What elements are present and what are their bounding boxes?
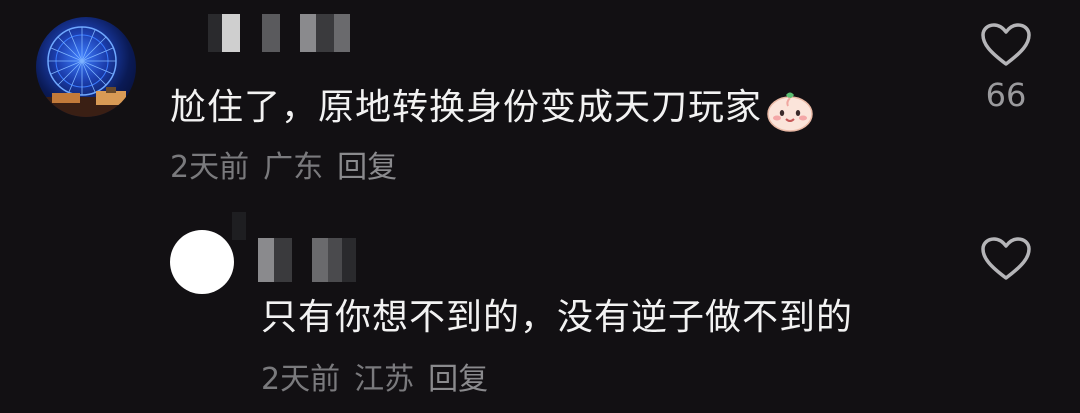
comment-text: 只有你想不到的，没有逆子做不到的: [261, 297, 854, 338]
avatar[interactable]: [170, 230, 234, 294]
comment-meta: 2天前 广东 回复: [170, 151, 397, 185]
like-button[interactable]: 66: [980, 22, 1032, 112]
comment-text: 尬住了，原地转换身份变成天刀玩家: [170, 86, 814, 132]
ferris-wheel-image: [36, 26, 136, 117]
avatar[interactable]: [36, 17, 136, 117]
reply-button[interactable]: 回复: [337, 151, 397, 185]
username-mosaic[interactable]: [160, 14, 350, 52]
comment-thread: 尬住了，原地转换身份变成天刀玩家 2天前 广东 回复 66 只有你想不到的，没有…: [0, 0, 1080, 413]
comment-body: 尬住了，原地转换身份变成天刀玩家: [170, 87, 763, 128]
heart-icon: [981, 237, 1031, 280]
comment-time: 2天前: [170, 150, 250, 185]
heart-icon: [981, 23, 1031, 66]
smiling-dumpling-emoji-icon: [766, 86, 814, 132]
comment-location: 江苏: [354, 362, 415, 397]
username-mosaic[interactable]: [232, 212, 356, 282]
comment-time: 2天前: [261, 362, 341, 397]
like-button[interactable]: [980, 236, 1032, 282]
like-count: 66: [985, 76, 1027, 114]
comment-location: 广东: [263, 150, 324, 185]
reply-button[interactable]: 回复: [428, 363, 488, 397]
comment-meta: 2天前 江苏 回复: [261, 363, 488, 397]
